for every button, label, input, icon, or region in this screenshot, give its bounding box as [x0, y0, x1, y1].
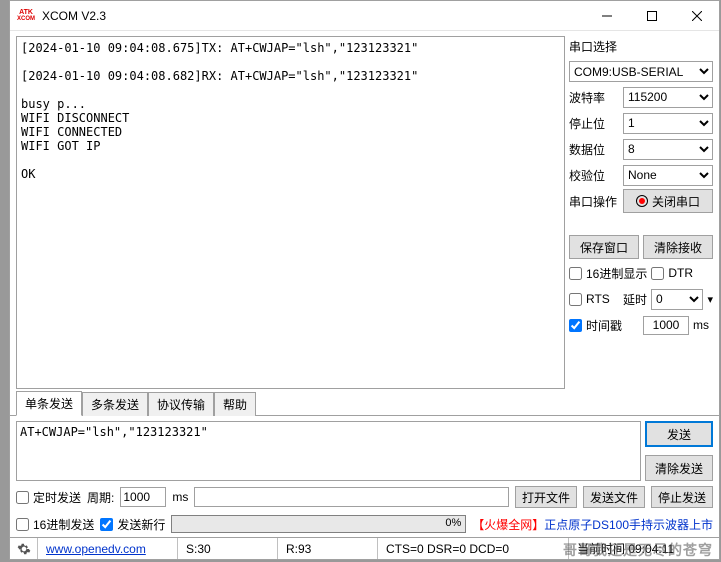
port-select[interactable]: COM9:USB-SERIAL — [569, 61, 713, 82]
period-input[interactable] — [120, 487, 166, 507]
status-url[interactable]: www.openedv.com — [38, 538, 178, 559]
send-input[interactable] — [16, 421, 641, 481]
status-bar: www.openedv.com S:30 R:93 CTS=0 DSR=0 DC… — [10, 537, 719, 559]
tab-protocol[interactable]: 协议传输 — [148, 392, 214, 416]
record-icon — [636, 195, 648, 207]
dtr-checkbox[interactable]: DTR — [651, 266, 693, 280]
timestamp-interval-input[interactable] — [643, 316, 689, 335]
baud-label: 波特率 — [569, 89, 619, 106]
file-path-input[interactable] — [194, 487, 509, 507]
delay-label: 延时 — [623, 291, 647, 308]
minimize-button[interactable] — [584, 1, 629, 31]
timed-send-checkbox[interactable]: 定时发送 — [16, 489, 81, 506]
status-signals: CTS=0 DSR=0 DCD=0 — [378, 538, 569, 559]
save-window-button[interactable]: 保存窗口 — [569, 235, 639, 259]
port-toggle-button[interactable]: 关闭串口 — [623, 189, 713, 213]
open-file-button[interactable]: 打开文件 — [515, 486, 577, 508]
ms-label: ms — [693, 318, 709, 332]
settings-icon[interactable] — [10, 538, 38, 559]
stopbits-label: 停止位 — [569, 115, 619, 132]
port-op-label: 串口操作 — [569, 193, 619, 210]
send-newline-checkbox[interactable]: 发送新行 — [100, 516, 165, 533]
send-button[interactable]: 发送 — [645, 421, 713, 447]
close-button[interactable] — [674, 1, 719, 31]
progress-text: 0% — [445, 517, 461, 529]
tab-single-send[interactable]: 单条发送 — [16, 391, 82, 416]
promo-link[interactable]: 【火爆全网】正点原子DS100手持示波器上市 — [472, 516, 713, 533]
hex-send-checkbox[interactable]: 16进制发送 — [16, 516, 94, 533]
clear-receive-button[interactable]: 清除接收 — [643, 235, 713, 259]
app-icon: ATKXCOM — [16, 6, 36, 26]
rts-checkbox[interactable]: RTS — [569, 292, 619, 306]
status-recv: R:93 — [278, 538, 378, 559]
tab-help[interactable]: 帮助 — [214, 392, 256, 416]
delay-select[interactable]: 0 — [651, 289, 703, 310]
timestamp-checkbox[interactable]: 时间戳 — [569, 317, 639, 334]
receive-log[interactable]: [2024-01-10 09:04:08.675]TX: AT+CWJAP="l… — [16, 36, 565, 389]
baud-select[interactable]: 115200 — [623, 87, 713, 108]
stopbits-select[interactable]: 1 — [623, 113, 713, 134]
hex-display-checkbox[interactable]: 16进制显示 — [569, 265, 647, 282]
panel-title: 串口选择 — [569, 38, 713, 55]
clear-send-button[interactable]: 清除发送 — [645, 455, 713, 481]
maximize-button[interactable] — [629, 1, 674, 31]
tabs: 单条发送 多条发送 协议传输 帮助 — [10, 394, 719, 416]
port-toggle-label: 关闭串口 — [652, 193, 700, 210]
databits-label: 数据位 — [569, 141, 619, 158]
databits-select[interactable]: 8 — [623, 139, 713, 160]
ms-label-2: ms — [172, 490, 188, 504]
parity-label: 校验位 — [569, 167, 619, 184]
stop-send-button[interactable]: 停止发送 — [651, 486, 713, 508]
status-time: 当前时间 09:04:11 — [569, 538, 719, 559]
status-sent: S:30 — [178, 538, 278, 559]
progress-bar: 0% — [171, 515, 466, 533]
tab-multi-send[interactable]: 多条发送 — [82, 392, 148, 416]
send-file-button[interactable]: 发送文件 — [583, 486, 645, 508]
parity-select[interactable]: None — [623, 165, 713, 186]
window-title: XCOM V2.3 — [42, 9, 584, 23]
titlebar: ATKXCOM XCOM V2.3 — [10, 1, 719, 31]
period-label: 周期: — [87, 489, 114, 506]
serial-settings-panel: 串口选择 COM9:USB-SERIAL 波特率 115200 停止位 1 数据… — [567, 31, 719, 394]
